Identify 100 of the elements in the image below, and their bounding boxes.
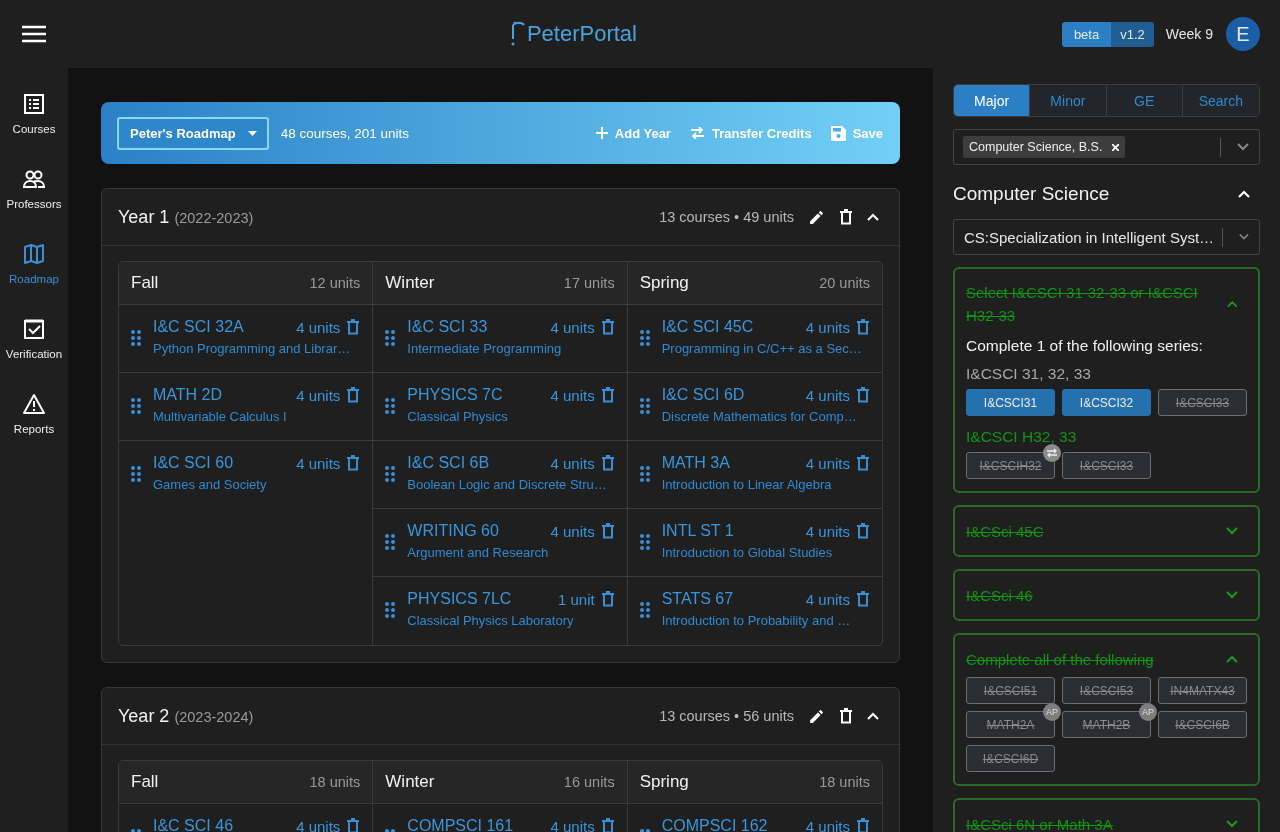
course-code[interactable]: MATH 2D [153, 386, 291, 404]
year-summary: 13 courses • 56 units [659, 708, 794, 724]
course-pill[interactable]: I&CSCI32 [1062, 389, 1151, 416]
course-code[interactable]: STATS 67 [661, 590, 800, 608]
course-units: 4 units [550, 386, 595, 404]
drag-handle-icon[interactable] [131, 466, 141, 482]
edit-icon[interactable] [808, 208, 825, 226]
section-title: Computer Science [953, 183, 1110, 205]
course-code[interactable]: I&C SCI 60 [153, 454, 291, 472]
course-pill[interactable]: IN4MATX43 [1158, 677, 1247, 704]
course-title: Discrete Mathematics for Comp… [661, 409, 858, 424]
course-code[interactable]: INTL ST 1 [661, 522, 800, 540]
course-title: Classical Physics Laboratory [407, 613, 575, 628]
course-units: 4 units [550, 318, 595, 336]
nav-item[interactable]: Courses [0, 82, 68, 157]
drag-handle-icon[interactable] [639, 466, 650, 482]
drag-handle-icon[interactable] [385, 534, 396, 550]
course-pill[interactable]: I&CSCI6B [1158, 711, 1247, 738]
edit-icon[interactable] [808, 707, 825, 725]
requirement-description: Complete 1 of the following series: [966, 337, 1204, 355]
checkbox-icon [23, 318, 45, 340]
nav-item[interactable]: Reports [0, 382, 68, 457]
course-units: 4 units [296, 318, 341, 336]
drag-handle-icon[interactable] [639, 330, 650, 346]
roadmap-dropdown[interactable]: Peter's Roadmap [117, 116, 269, 150]
ap-badge: AP [1139, 703, 1157, 721]
quarter-name: Fall [131, 772, 159, 792]
user-avatar[interactable]: E [1226, 17, 1260, 51]
course-units: 4 units [296, 454, 341, 472]
course-pill[interactable]: I&CSCI53 [1062, 677, 1151, 704]
menu-icon[interactable] [22, 25, 46, 43]
roadmap-summary: 48 courses, 201 units [280, 125, 411, 141]
course-units: 4 units [296, 386, 341, 404]
requirements-tab[interactable]: Search [1182, 85, 1259, 116]
quarter-name: Winter [385, 273, 435, 293]
course-code[interactable]: MATH 3A [661, 454, 800, 472]
course-pill[interactable]: I&CSCI33 [1062, 452, 1151, 479]
course-code[interactable]: COMPSCI 161 [407, 817, 545, 832]
course-units: 4 units [805, 386, 850, 404]
course-units: 4 units [550, 817, 595, 832]
nav-item[interactable]: Professors [0, 157, 68, 232]
requirement-title[interactable]: I&CSci 46 [966, 583, 1033, 607]
list-icon [23, 93, 45, 115]
course-pill[interactable]: I&CSCI51 [966, 677, 1055, 704]
quarter-units: 16 units [563, 774, 615, 790]
course-code[interactable]: I&C SCI 46 [153, 817, 291, 832]
caret-icon [247, 130, 257, 136]
course-code[interactable]: I&C SCI 6D [661, 386, 800, 404]
swap-arrows-icon [689, 127, 705, 139]
drag-handle-icon[interactable] [385, 602, 396, 618]
drag-handle-icon[interactable] [639, 534, 650, 550]
course-units: 4 units [550, 454, 595, 472]
drag-handle-icon[interactable] [639, 602, 650, 618]
course-units: 4 units [550, 522, 595, 540]
course-code[interactable]: WRITING 60 [407, 522, 545, 540]
course-code[interactable]: I&C SCI 32A [153, 318, 291, 336]
requirement-title[interactable]: I&CSci 6N or Math 3A [966, 812, 1113, 832]
course-code[interactable]: I&C SCI 6B [407, 454, 545, 472]
course-title: Intermediate Programming [407, 341, 563, 356]
requirement-title[interactable]: I&CSci 45C [966, 519, 1044, 543]
course-title: Introduction to Global Studies [661, 545, 834, 560]
nav-item[interactable]: Verification [0, 307, 68, 382]
specialization-dropdown[interactable]: CS:Specialization in Intelligent Syst… [953, 219, 1260, 255]
course-units: 4 units [296, 817, 341, 832]
close-icon[interactable] [1112, 143, 1120, 151]
major-select-field[interactable]: Computer Science, B.S. [953, 129, 1260, 165]
drag-handle-icon[interactable] [131, 330, 141, 346]
course-title: Programming in C/C++ as a Sec… [661, 341, 863, 356]
nav-item[interactable]: Roadmap [0, 232, 68, 307]
week-label: Week 9 [1165, 26, 1213, 42]
requirements-tab[interactable]: Major [954, 85, 1031, 116]
drag-handle-icon[interactable] [639, 398, 650, 414]
drag-handle-icon[interactable] [385, 398, 396, 414]
course-code[interactable]: PHYSICS 7LC [407, 590, 552, 608]
quarter-units: 18 units [309, 774, 361, 790]
course-code[interactable]: I&C SCI 45C [661, 318, 800, 336]
course-pill[interactable]: I&CSCIH32 [966, 452, 1055, 479]
warning-icon [23, 393, 45, 415]
plus-icon [595, 127, 608, 139]
course-pill[interactable]: I&CSCI6D [966, 745, 1055, 772]
drag-handle-icon[interactable] [131, 398, 141, 414]
course-title: Introduction to Linear Algebra [661, 477, 833, 492]
course-title: Argument and Research [407, 545, 550, 560]
course-title: Boolean Logic and Discrete Stru… [407, 477, 608, 492]
requirement-title[interactable]: Complete all of the following [966, 647, 1154, 671]
course-code[interactable]: COMPSCI 162 [661, 817, 800, 832]
course-title: Games and Society [153, 477, 268, 492]
save-icon [830, 125, 846, 141]
course-pill[interactable]: I&CSCI33 [1158, 389, 1247, 416]
app-logo[interactable]: PeterPortal [526, 21, 637, 47]
course-code[interactable]: PHYSICS 7C [407, 386, 545, 404]
drag-handle-icon[interactable] [385, 466, 396, 482]
course-code[interactable]: I&C SCI 33 [407, 318, 545, 336]
requirements-tab[interactable]: GE [1106, 85, 1183, 116]
year-title: Year 2 (2023-2024) [118, 705, 255, 727]
requirements-tab[interactable]: Minor [1030, 85, 1107, 116]
course-pill[interactable]: I&CSCI31 [966, 389, 1055, 416]
requirement-title[interactable]: Select I&CSCI 31-32-33 or I&CSCI H32-33 [966, 281, 1218, 327]
quarter-units: 12 units [309, 275, 361, 291]
drag-handle-icon[interactable] [385, 330, 396, 346]
